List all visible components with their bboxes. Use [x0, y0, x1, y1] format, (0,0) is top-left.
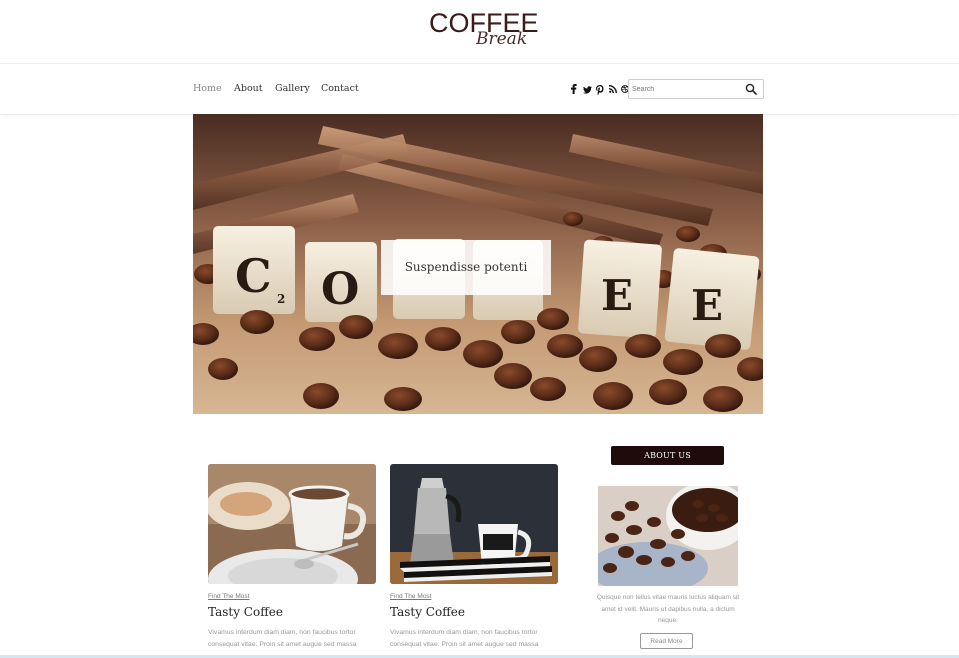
svg-text:O: O	[321, 264, 359, 315]
moka-pot-image	[390, 464, 558, 584]
post-thumbnail[interactable]	[390, 464, 558, 584]
hero-slider[interactable]: C 2 O E E Suspendisse potenti	[193, 114, 763, 414]
about-us-text: Quisque non tellus vitae mauris luctus a…	[596, 594, 740, 624]
nav-gallery[interactable]: Gallery	[275, 83, 310, 94]
twitter-icon[interactable]	[583, 86, 592, 96]
search-icon[interactable]	[745, 83, 757, 95]
post-title[interactable]: Tasty Coffee	[208, 605, 283, 619]
site-logo[interactable]: COFFEE Break	[0, 0, 959, 62]
rss-icon[interactable]	[609, 85, 617, 95]
pinterest-icon[interactable]	[596, 85, 604, 97]
logo-subtitle: Break	[476, 29, 528, 49]
read-more-button[interactable]: Read More	[640, 633, 693, 649]
search-box	[628, 79, 764, 99]
coffee-cup-image	[208, 464, 376, 584]
post-title[interactable]: Tasty Coffee	[390, 605, 465, 619]
coffee-beans-image	[598, 486, 738, 586]
svg-text:E: E	[691, 281, 723, 330]
main-navigation: Home About Gallery Contact	[0, 63, 959, 115]
post-thumbnail[interactable]	[208, 464, 376, 584]
facebook-icon[interactable]	[571, 84, 577, 96]
post-excerpt: Vivamus interdum diam diam, non faucibus…	[390, 629, 539, 648]
nav-contact[interactable]: Contact	[321, 83, 359, 94]
nav-about[interactable]: About	[234, 83, 263, 94]
hero-caption: Suspendisse potenti	[381, 240, 551, 295]
post-excerpt: Vivamus interdum diam diam, non faucibus…	[208, 629, 357, 648]
svg-text:C: C	[235, 249, 272, 303]
about-us-heading: ABOUT US	[611, 446, 724, 465]
svg-text:2: 2	[277, 292, 285, 306]
nav-home[interactable]: Home	[193, 83, 222, 94]
svg-text:E: E	[601, 271, 633, 320]
post-category-link[interactable]: Find The Most	[208, 593, 249, 600]
search-input[interactable]	[632, 82, 737, 96]
post-category-link[interactable]: Find The Most	[390, 593, 431, 600]
about-us-image	[598, 486, 738, 586]
